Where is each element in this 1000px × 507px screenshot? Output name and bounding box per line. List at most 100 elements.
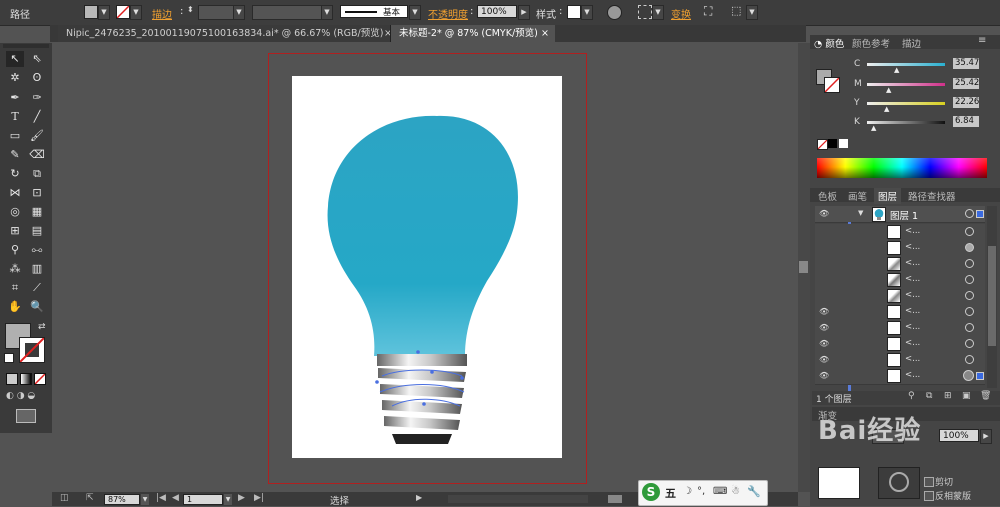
scale-tool-icon[interactable]: ⧉ [28,166,46,182]
opacity-link[interactable]: 不透明度 [428,6,468,21]
last-artboard-icon[interactable]: ▶| [254,493,264,503]
free-transform-tool-icon[interactable]: ⊡ [28,185,46,201]
next-artboard-icon[interactable]: ▶ [238,493,245,503]
eraser-tool-icon[interactable]: ⌫ [28,147,46,163]
mesh-tool-icon[interactable]: ⊞ [6,223,24,239]
hand-tool-icon[interactable]: ✋ [6,299,24,315]
tab-swatches[interactable]: 色板 [818,189,837,203]
sublayer-row[interactable]: 👁 <... [815,368,985,385]
opacity-arrow[interactable]: ▶ [518,5,530,20]
status-icon[interactable]: ◫ [60,493,69,503]
isolate-icon[interactable]: ⛶ [704,4,718,18]
tools-icon[interactable]: 🔧 [747,485,761,498]
panel-stroke-box[interactable] [824,77,840,93]
target-circle-icon[interactable] [965,227,974,236]
visibility-eye-icon[interactable]: 👁 [819,355,829,364]
selection-indicator-icon[interactable] [976,372,984,380]
horizontal-scroll-thumb[interactable] [608,495,622,503]
moon-icon[interactable]: ☽ [683,486,692,497]
channel-m-value[interactable]: 25.42 [953,78,979,89]
sublayer-row[interactable]: 👁 <... [815,304,985,321]
prev-artboard-icon[interactable]: ◀ [172,493,179,503]
lasso-tool-icon[interactable]: ʘ [28,70,46,86]
brush-style-dropdown[interactable]: 基本 [340,5,408,18]
paintbrush-tool-icon[interactable]: 🖌 [28,128,46,144]
shape-builder-tool-icon[interactable]: ◎ [6,204,24,220]
style-arrow[interactable]: ▼ [581,5,593,20]
style-swatch[interactable] [567,5,581,19]
color-spectrum[interactable] [817,158,987,178]
artboard-dropdown-arrow[interactable]: ▼ [224,494,232,505]
channel-c-value[interactable]: 35.47 [953,58,979,69]
target-circle-icon[interactable] [965,339,974,348]
selection-tool-icon[interactable]: ↖ [6,51,24,67]
gradient-tool-icon[interactable]: ▤ [28,223,46,239]
target-circle-icon[interactable] [965,275,974,284]
stroke-weight-arrow[interactable]: ▼ [233,5,245,20]
delete-layer-icon[interactable]: 🗑 [980,391,991,401]
ime-mode[interactable]: 五 [665,485,676,501]
column-graph-tool-icon[interactable]: ▥ [28,261,46,277]
align-icon[interactable] [638,5,652,19]
keyboard-icon[interactable]: ⌨ [713,486,727,497]
tab-brushes[interactable]: 画笔 [848,189,867,203]
channel-c-handle[interactable]: ▲ [894,66,899,74]
direct-selection-tool-icon[interactable]: ⇖ [28,51,46,67]
sublayer-row[interactable]: 👁 <... [815,352,985,369]
slice-tool-icon[interactable]: ⟋ [28,280,46,296]
line-tool-icon[interactable]: ╱ [28,109,46,125]
new-sublayer-icon[interactable]: ⊞ [944,391,952,401]
stroke-swatch[interactable] [116,5,130,19]
channel-m-slider[interactable] [867,83,945,86]
channel-y-slider[interactable] [867,102,945,105]
visibility-eye-icon[interactable]: 👁 [819,323,829,332]
sublayer-row[interactable]: <... [815,272,985,289]
object-thumbnail[interactable] [818,467,860,499]
sublayer-row[interactable]: <... [815,224,985,241]
status-menu-arrow[interactable]: ▶ [416,493,422,502]
panel-menu-icon[interactable]: ≡ [978,35,986,46]
stroke-weight-field[interactable] [198,5,234,20]
rectangle-tool-icon[interactable]: ▭ [6,128,24,144]
brush-style-arrow[interactable]: ▼ [409,5,421,20]
tab-untitled-2[interactable]: 未标题-2* @ 87% (CMYK/预览) × [390,25,555,42]
symbol-sprayer-tool-icon[interactable]: ⁂ [6,261,24,277]
artboard-tool-icon[interactable]: ⌗ [6,280,24,296]
tab-layers[interactable]: 图层 [874,188,902,204]
layer-name[interactable]: 图层 1 [890,208,918,222]
arrange-arrow[interactable]: ▼ [746,5,758,20]
channel-k-slider[interactable] [867,121,945,124]
target-circle-icon[interactable] [965,355,974,364]
drawing-modes-icon[interactable]: ◐ ◑ ◒ [6,391,46,403]
channel-c-slider[interactable] [867,63,945,66]
zoom-tool-icon[interactable]: 🔍 [28,299,46,315]
zoom-field[interactable]: 87% [104,494,140,505]
sublayer-row[interactable]: 👁 <... [815,336,985,353]
default-colors-icon[interactable] [4,353,14,363]
channel-m-handle[interactable]: ▲ [886,86,891,94]
tab-pathfinder[interactable]: 路径查找器 [908,189,956,203]
sublayer-row[interactable]: <... [815,288,985,305]
target-circle-icon[interactable] [965,323,974,332]
color-mode-icon[interactable] [6,373,18,385]
pen-tool-icon[interactable]: ✒ [6,90,24,106]
channel-y-handle[interactable]: ▲ [884,105,889,113]
opacity-field[interactable]: 100% [477,5,517,18]
black-swatch[interactable] [828,139,837,148]
new-layer-icon[interactable]: ▣ [962,391,971,401]
curvature-tool-icon[interactable]: ✑ [28,90,46,106]
blend-tool-icon[interactable]: ⧟ [28,242,46,258]
transparency-opacity-field[interactable]: 100% [939,429,979,442]
tools-grip[interactable] [3,44,49,48]
swap-colors-icon[interactable]: ⇄ [38,322,48,332]
target-circle-icon[interactable] [965,307,974,316]
pencil-tool-icon[interactable]: ✎ [6,147,24,163]
locate-object-icon[interactable]: ⚲ [908,391,915,401]
visibility-eye-icon[interactable]: 👁 [819,307,829,316]
type-tool-icon[interactable]: T [6,109,24,125]
stroke-color-box[interactable] [19,337,45,363]
visibility-eye-icon[interactable]: 👁 [819,339,829,348]
target-circle-icon[interactable] [965,291,974,300]
visibility-eye-icon[interactable]: 👁 [819,371,829,380]
perspective-grid-tool-icon[interactable]: ▦ [28,204,46,220]
